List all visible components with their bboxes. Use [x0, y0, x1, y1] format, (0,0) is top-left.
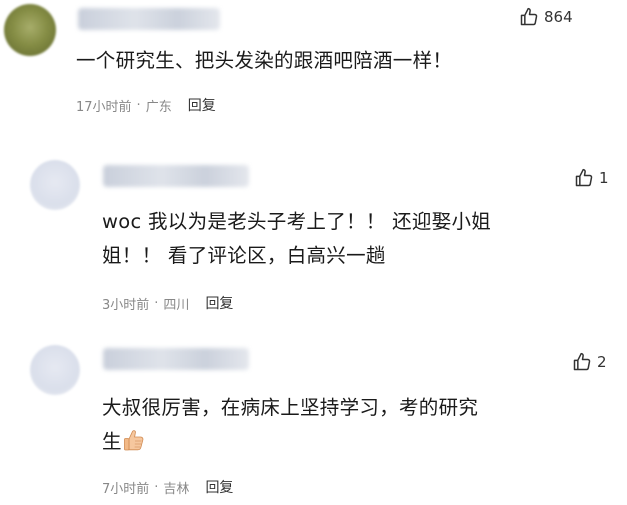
comment-text: 大叔很厉害，在病床上坚持学习，考的研究 生: [102, 391, 612, 463]
location: 吉林: [163, 481, 190, 497]
reply-button[interactable]: 回复: [205, 293, 233, 313]
comment-text: woc 我以为是老头子考上了！！ 还迎娶小姐 姐！！ 看了评论区，白高兴一趟: [102, 205, 612, 273]
thumbs-up-emoji: [123, 428, 145, 463]
like-count: 864: [544, 8, 573, 26]
avatar[interactable]: [30, 160, 80, 210]
thumb-up-outline-icon: [575, 168, 593, 187]
comment-text-line: 姐！！ 看了评论区，白高兴一趟: [102, 244, 386, 267]
thumb-up-outline-icon: [520, 7, 538, 26]
comment-meta: 17小时前 · 广东 回复: [76, 95, 216, 115]
reply-button[interactable]: 回复: [205, 477, 233, 497]
like-count: 2: [597, 353, 607, 371]
avatar[interactable]: [30, 345, 80, 395]
meta-separator: ·: [136, 97, 141, 113]
meta-separator: ·: [154, 479, 159, 495]
location: 四川: [163, 297, 190, 313]
like-count: 1: [599, 169, 609, 187]
comment-text-line: woc 我以为是老头子考上了！！ 还迎娶小姐: [102, 210, 492, 233]
timestamp: 7小时前: [102, 481, 150, 497]
like-button[interactable]: 864: [519, 7, 573, 27]
reply-button[interactable]: 回复: [188, 95, 216, 115]
like-button[interactable]: 1: [574, 168, 609, 188]
avatar[interactable]: [4, 4, 56, 56]
like-button[interactable]: 2: [572, 352, 607, 372]
comment-text: 一个研究生、把头发染的跟酒吧陪酒一样！: [76, 44, 596, 78]
comment-text-line: 一个研究生、把头发染的跟酒吧陪酒一样！: [76, 49, 453, 72]
timestamp: 17小时前: [76, 99, 132, 115]
comment-meta: 3小时前 · 四川 回复: [102, 293, 233, 313]
comment-text-line-with-emoji: 生: [102, 425, 612, 463]
comment-text-fragment: 生: [102, 430, 122, 453]
thumb-up-outline-icon: [573, 352, 591, 371]
username-blurred[interactable]: [103, 165, 249, 187]
location: 广东: [145, 99, 172, 115]
username-blurred[interactable]: [78, 8, 220, 30]
timestamp: 3小时前: [102, 297, 150, 313]
comment-meta: 7小时前 · 吉林 回复: [102, 477, 233, 497]
username-blurred[interactable]: [103, 348, 249, 370]
comment-text-line: 大叔很厉害，在病床上坚持学习，考的研究: [102, 396, 479, 419]
meta-separator: ·: [154, 295, 159, 311]
